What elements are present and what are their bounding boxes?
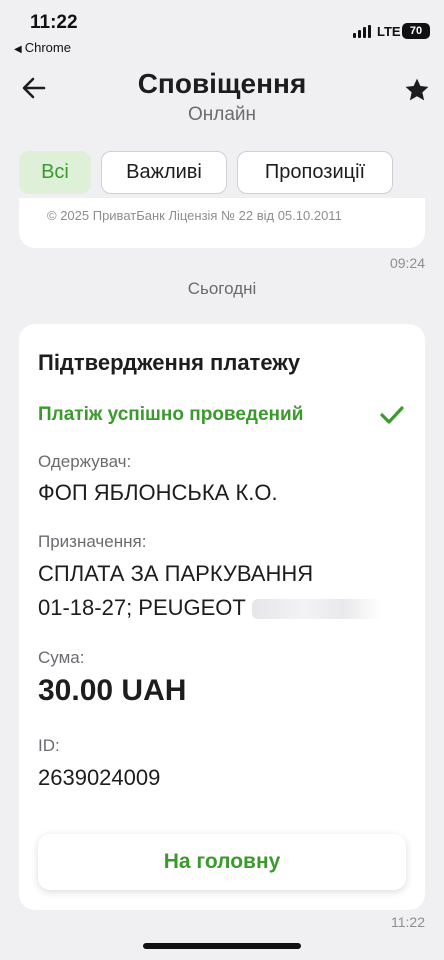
card-title: Підтвердження платежу — [38, 350, 301, 375]
home-indicator[interactable] — [143, 943, 301, 949]
purpose-line-1: СПЛАТА ЗА ПАРКУВАННЯ — [38, 561, 314, 586]
signal-icon — [353, 25, 373, 38]
filter-important[interactable]: Важливі — [101, 151, 227, 194]
purpose-line-2-text: 01-18-27; PEUGEOT — [38, 595, 246, 620]
star-icon[interactable] — [403, 76, 431, 104]
recipient-value: ФОП ЯБЛОНСЬКА К.О. — [38, 480, 278, 505]
filter-all[interactable]: Всі — [19, 151, 91, 194]
id-label: ID: — [38, 736, 60, 755]
date-separator: Сьогодні — [187, 279, 257, 298]
previous-message-footer: © 2025 ПриватБанк Ліцензія № 22 від 05.1… — [47, 208, 342, 223]
recipient-label: Одержувач: — [38, 452, 132, 471]
battery-icon: 70 — [402, 23, 430, 39]
filter-offers[interactable]: Пропозиції — [237, 151, 393, 194]
previous-message-time: 09:24 — [389, 255, 425, 271]
previous-message-card: © 2025 ПриватБанк Ліцензія № 22 від 05.1… — [19, 198, 425, 248]
network-type: LTE — [377, 24, 401, 39]
amount-value: 30.00 UAH — [38, 674, 187, 707]
header: Сповіщення Онлайн — [0, 60, 444, 140]
home-button[interactable]: На головну — [38, 834, 406, 890]
checkmark-icon — [380, 406, 404, 424]
status-time: 11:22 — [30, 12, 78, 33]
amount-label: Сума: — [38, 648, 85, 667]
back-triangle-icon: ◀ — [14, 44, 22, 55]
payment-status-row: Платіж успішно проведений — [38, 404, 404, 430]
id-value: 2639024009 — [38, 765, 161, 790]
message-time: 11:22 — [391, 914, 425, 930]
purpose-line-2: 01-18-27; PEUGEOT — [38, 592, 382, 624]
page-subtitle: Онлайн — [187, 104, 257, 125]
payment-status: Платіж успішно проведений — [38, 404, 304, 425]
payment-confirmation-card: Підтвердження платежу Платіж успішно про… — [19, 324, 425, 910]
page-title: Сповіщення — [137, 68, 307, 99]
redacted-plate — [251, 599, 382, 620]
purpose-label: Призначення: — [38, 532, 147, 551]
back-to-app-link[interactable]: ◀ Chrome — [14, 40, 71, 55]
status-bar: 11:22 ◀ Chrome LTE 70 — [0, 0, 444, 60]
back-app-label: Chrome — [24, 40, 71, 55]
